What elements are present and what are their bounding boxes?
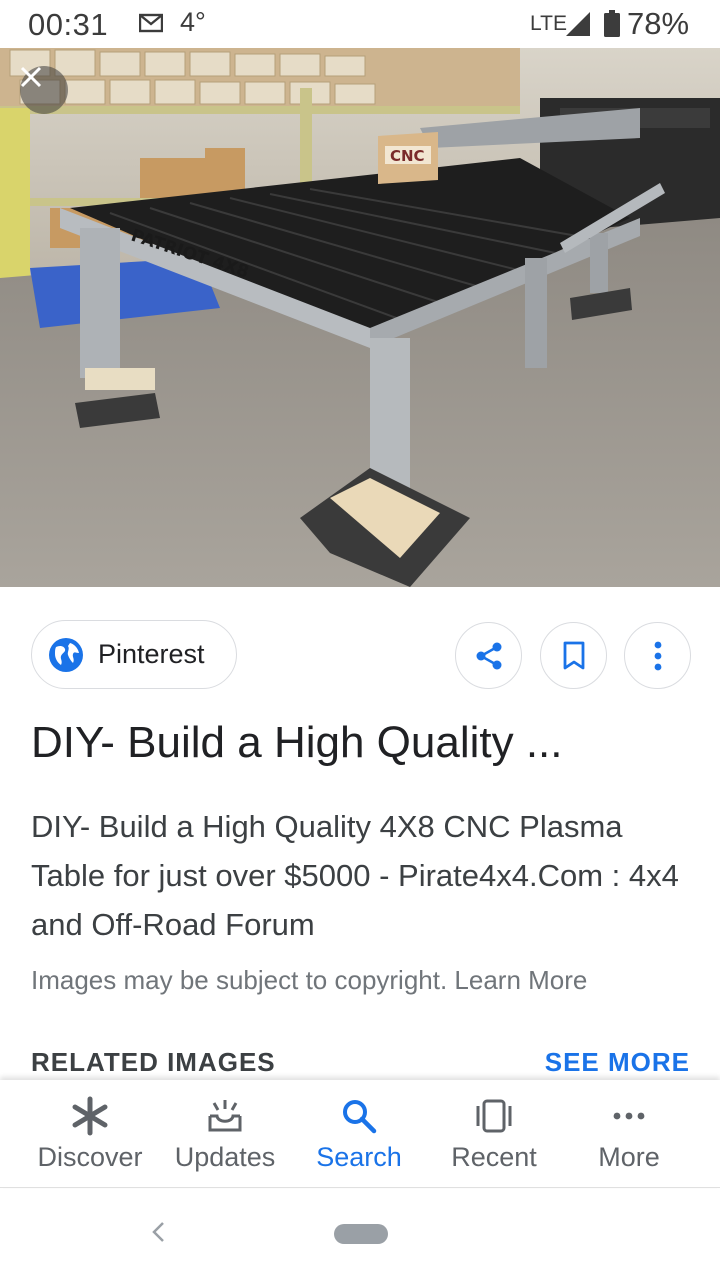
box-label-text: CNC xyxy=(390,147,425,165)
status-network: LTE xyxy=(530,12,567,35)
nav-search-label: Search xyxy=(316,1142,402,1172)
nav-recent-label: Recent xyxy=(451,1142,537,1172)
search-icon xyxy=(343,1100,377,1134)
copyright-notice[interactable]: Images may be subject to copyright. Lear… xyxy=(31,965,587,996)
result-description: DIY- Build a High Quality 4X8 CNC Plasma… xyxy=(31,809,679,942)
more-vertical-icon xyxy=(654,641,661,670)
status-battery: 78% xyxy=(627,6,690,41)
nav-updates-label: Updates xyxy=(174,1142,276,1172)
bookmark-button[interactable] xyxy=(540,622,607,689)
bottom-navigation: Discover Updates Search Recent More xyxy=(0,1080,720,1188)
nav-more[interactable]: More xyxy=(582,1080,676,1188)
bookmark-icon xyxy=(563,641,584,669)
status-bar: 00:31 4° LTE 78% xyxy=(0,0,720,48)
home-pill[interactable] xyxy=(334,1224,388,1244)
battery-icon xyxy=(604,10,620,37)
more-options-button[interactable] xyxy=(624,622,691,689)
nav-updates[interactable]: Updates xyxy=(164,1080,286,1188)
close-button[interactable] xyxy=(20,66,68,114)
nav-recent[interactable]: Recent xyxy=(440,1080,548,1188)
share-icon xyxy=(476,642,501,669)
see-more-link[interactable]: SEE MORE xyxy=(545,1047,690,1078)
source-label: Pinterest xyxy=(98,639,205,669)
related-images-heading: RELATED IMAGES xyxy=(31,1047,276,1077)
updates-icon xyxy=(208,1100,242,1132)
status-temperature: 4° xyxy=(180,7,206,37)
result-image[interactable]: PATRIOT 4X8 CNC xyxy=(0,48,720,587)
asterisk-icon xyxy=(72,1096,108,1136)
result-title[interactable]: DIY- Build a High Quality ... xyxy=(31,718,696,768)
mail-icon xyxy=(139,13,163,33)
status-time: 00:31 xyxy=(28,7,109,42)
recent-icon xyxy=(476,1099,512,1133)
close-icon xyxy=(20,66,42,88)
nav-search[interactable]: Search xyxy=(307,1080,411,1188)
nav-discover[interactable]: Discover xyxy=(28,1080,152,1188)
source-chip[interactable]: Pinterest xyxy=(31,620,237,689)
plasma-table-photo: PATRIOT 4X8 CNC xyxy=(0,48,720,587)
signal-icon xyxy=(566,12,590,36)
share-button[interactable] xyxy=(455,622,522,689)
more-horizontal-icon xyxy=(613,1112,645,1120)
globe-icon xyxy=(49,637,83,672)
nav-discover-label: Discover xyxy=(37,1142,143,1172)
nav-more-label: More xyxy=(598,1142,660,1172)
back-icon[interactable] xyxy=(150,1219,166,1245)
